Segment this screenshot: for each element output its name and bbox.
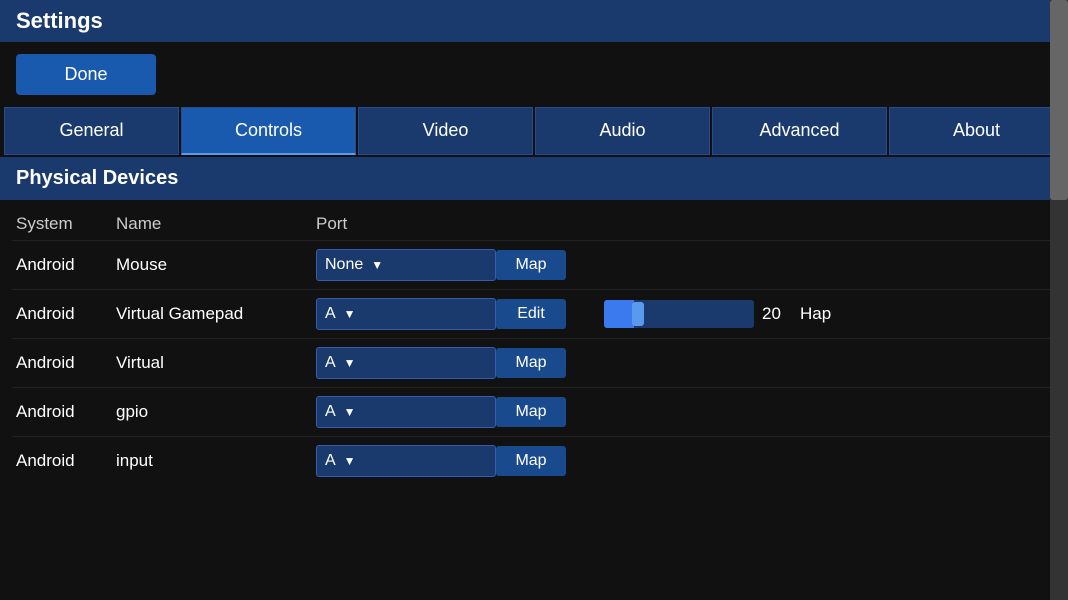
dropdown-arrow-2: ▼ xyxy=(344,356,356,370)
dropdown-arrow-4: ▼ xyxy=(344,454,356,468)
action-btn-3[interactable]: Map xyxy=(496,397,566,427)
device-table: System Name Port AndroidMouseNone▼MapAnd… xyxy=(0,208,1068,485)
tabs-row: GeneralControlsVideoAudioAdvancedAbout xyxy=(0,107,1068,155)
tab-video[interactable]: Video xyxy=(358,107,533,155)
device-action-col-0: Map xyxy=(496,250,596,280)
port-dropdown-0[interactable]: None ▼ xyxy=(316,249,496,281)
device-action-col-1: Edit xyxy=(496,299,596,329)
haptic-container-1: 20 Hap xyxy=(596,300,1052,328)
haptic-slider-1[interactable] xyxy=(604,300,754,328)
device-system-2: Android xyxy=(16,353,116,373)
device-port-col-4: A▼ xyxy=(316,445,496,477)
tab-controls[interactable]: Controls xyxy=(181,107,356,155)
scrollbar[interactable] xyxy=(1050,0,1068,600)
table-header-row: System Name Port xyxy=(12,208,1056,240)
title-text: Settings xyxy=(16,8,103,33)
tab-advanced[interactable]: Advanced xyxy=(712,107,887,155)
device-port-col-0: None ▼ xyxy=(316,249,496,281)
col-port-header: Port xyxy=(316,214,496,234)
device-system-0: Android xyxy=(16,255,116,275)
action-btn-2[interactable]: Map xyxy=(496,348,566,378)
device-system-1: Android xyxy=(16,304,116,324)
haptic-fill-1 xyxy=(604,300,634,328)
device-name-0: Mouse xyxy=(116,255,316,275)
device-action-col-2: Map xyxy=(496,348,596,378)
section-header: Physical Devices xyxy=(0,157,1068,200)
done-row: Done xyxy=(0,42,1068,107)
device-name-4: input xyxy=(116,451,316,471)
device-rows-container: AndroidMouseNone▼MapAndroidVirtual Gamep… xyxy=(12,240,1056,485)
port-value-0: None xyxy=(325,256,363,274)
action-btn-1[interactable]: Edit xyxy=(496,299,566,329)
dropdown-arrow-1: ▼ xyxy=(344,307,356,321)
device-name-2: Virtual xyxy=(116,353,316,373)
port-dropdown-2[interactable]: A▼ xyxy=(316,347,496,379)
port-value-3: A xyxy=(325,403,336,421)
device-name-3: gpio xyxy=(116,402,316,422)
port-dropdown-4[interactable]: A▼ xyxy=(316,445,496,477)
title-bar: Settings xyxy=(0,0,1068,42)
device-port-col-1: A▼ xyxy=(316,298,496,330)
haptic-thumb-1[interactable] xyxy=(632,302,644,326)
col-name-header: Name xyxy=(116,214,316,234)
port-value-4: A xyxy=(325,452,336,470)
tab-general[interactable]: General xyxy=(4,107,179,155)
scrollbar-thumb[interactable] xyxy=(1050,0,1068,200)
device-row-1: AndroidVirtual GamepadA▼Edit20Hap xyxy=(12,289,1056,338)
tab-audio[interactable]: Audio xyxy=(535,107,710,155)
dropdown-arrow-3: ▼ xyxy=(344,405,356,419)
action-btn-4[interactable]: Map xyxy=(496,446,566,476)
device-name-1: Virtual Gamepad xyxy=(116,304,316,324)
dropdown-arrow-0: ▼ xyxy=(371,258,383,272)
action-btn-0[interactable]: Map xyxy=(496,250,566,280)
col-system-header: System xyxy=(16,214,116,234)
port-dropdown-3[interactable]: A▼ xyxy=(316,396,496,428)
device-action-col-3: Map xyxy=(496,397,596,427)
port-dropdown-1[interactable]: A▼ xyxy=(316,298,496,330)
haptic-value-1: 20 xyxy=(762,304,792,324)
port-value-1: A xyxy=(325,305,336,323)
port-value-2: A xyxy=(325,354,336,372)
device-row-0: AndroidMouse None ▼ Map xyxy=(12,240,1056,289)
tab-about[interactable]: About xyxy=(889,107,1064,155)
done-button[interactable]: Done xyxy=(16,54,156,95)
device-system-3: Android xyxy=(16,402,116,422)
device-row-3: AndroidgpioA▼Map xyxy=(12,387,1056,436)
device-row-2: AndroidVirtualA▼Map xyxy=(12,338,1056,387)
device-action-col-4: Map xyxy=(496,446,596,476)
device-row-4: AndroidinputA▼Map xyxy=(12,436,1056,485)
device-port-col-3: A▼ xyxy=(316,396,496,428)
device-port-col-2: A▼ xyxy=(316,347,496,379)
device-system-4: Android xyxy=(16,451,116,471)
haptic-label-1: Hap xyxy=(800,304,831,324)
